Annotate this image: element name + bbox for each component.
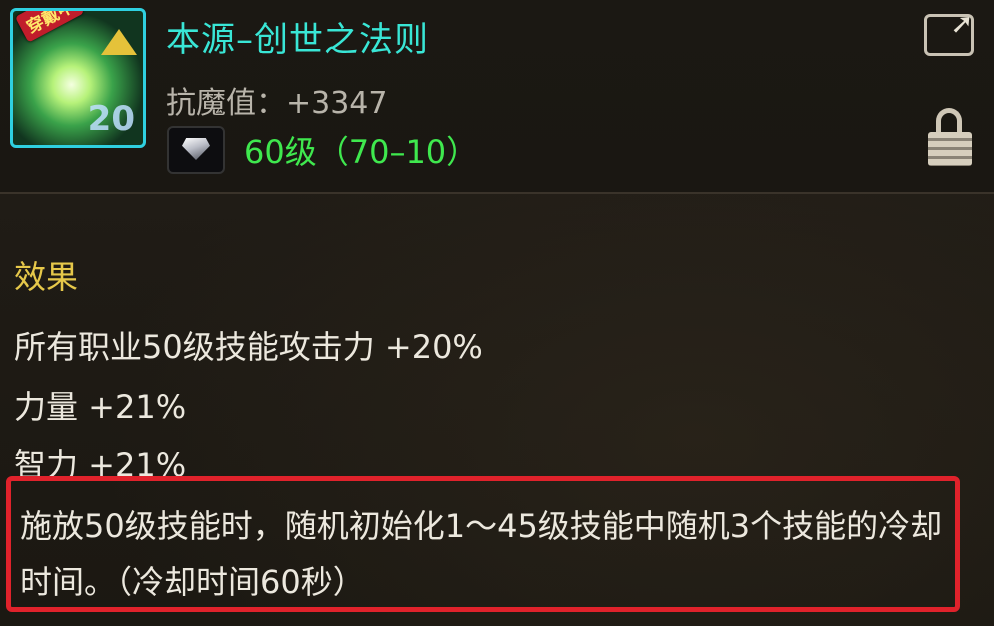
icon-level-number: 20 [87, 99, 135, 139]
cooldown-reset-effect-description: 施放50级技能时，随机初始化1～45级技能中随机3个技能的冷却时间。（冷却时间6… [20, 507, 943, 601]
diamond-gem-icon[interactable] [167, 126, 225, 174]
share-arrow-icon: ➚ [950, 7, 974, 40]
item-header: 20 穿戴中 本源–创世之法则 抗魔值：+3347 60级（70–10） ➚ [0, 0, 994, 194]
mountain-icon [101, 29, 137, 55]
item-icon[interactable]: 20 穿戴中 [10, 8, 146, 148]
item-name: 本源–创世之法则 [166, 20, 429, 60]
effects-section-title: 效果 [14, 258, 79, 296]
lock-icon[interactable] [928, 108, 972, 166]
effect-line-skill-attack: 所有职业50级技能攻击力 +20% [14, 328, 483, 366]
effect-line-strength: 力量 +21% [14, 388, 187, 426]
item-tooltip-panel: 20 穿戴中 本源–创世之法则 抗魔值：+3347 60级（70–10） ➚ 效… [0, 0, 994, 626]
equipped-badge: 穿戴中 [15, 11, 85, 43]
share-icon[interactable]: ➚ [924, 9, 974, 56]
diamond-shape [182, 138, 210, 160]
gem-level-text: 60级（70–10） [244, 133, 479, 171]
lock-body [928, 132, 972, 166]
lock-shackle [936, 108, 962, 134]
magic-defense-stat: 抗魔值：+3347 [166, 86, 388, 121]
